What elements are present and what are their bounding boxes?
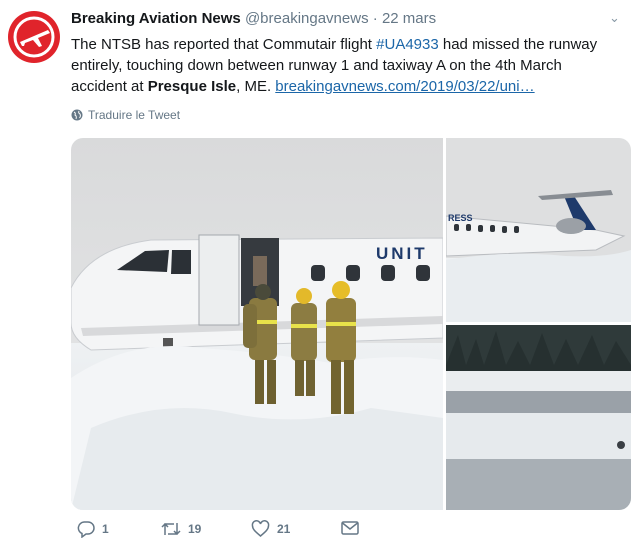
text-segment: accident at <box>71 78 148 95</box>
tweet-text: The NTSB has reported that Commutair fli… <box>71 34 631 97</box>
firefighters-group <box>243 281 356 414</box>
reply-button[interactable]: 1 <box>77 520 109 538</box>
media-grid: RESS UNIT <box>71 138 631 510</box>
profile-avatar[interactable] <box>8 11 60 63</box>
place-name: Presque Isle <box>147 78 237 95</box>
like-count: 21 <box>277 522 291 536</box>
tweet-text-line-3: accident at Presque Isle, ME. breakingav… <box>71 76 631 97</box>
text-segment: The NTSB has reported that Commutair fli… <box>71 36 377 53</box>
photo-image <box>446 325 631 510</box>
tweet-header: Breaking Aviation News @breakingavnews ·… <box>71 10 436 27</box>
text-segment: had missed the runway <box>438 36 598 53</box>
photo-image: RESS <box>446 138 631 322</box>
tweet-text-line-2: entirely, touching down between runway 1… <box>71 57 562 74</box>
reply-icon <box>77 521 95 538</box>
translate-label: Traduire le Tweet <box>88 108 181 122</box>
text-segment: , ME. <box>236 78 276 95</box>
livery-text-tail: RESS <box>448 213 473 223</box>
tweet: Breaking Aviation News @breakingavnews ·… <box>0 0 640 549</box>
chevron-down-icon[interactable]: ⌄ <box>609 10 620 26</box>
tweet-date[interactable]: 22 mars <box>382 10 436 27</box>
livery-text-main: UNIT <box>376 244 428 263</box>
article-link[interactable]: breakingavnews.com/2019/03/22/uni… <box>275 78 534 95</box>
author-name[interactable]: Breaking Aviation News <box>71 10 241 27</box>
like-button[interactable]: 21 <box>251 520 290 538</box>
photo-firefighters-plane[interactable] <box>71 138 443 510</box>
tweet-actions: 1 19 21 <box>71 520 631 542</box>
globe-icon <box>71 109 83 121</box>
direct-message-button[interactable] <box>341 520 359 536</box>
retweet-icon <box>161 522 181 536</box>
reply-count: 1 <box>102 522 109 536</box>
header-separator: · <box>372 10 378 27</box>
author-handle[interactable]: @breakingavnews <box>245 10 369 27</box>
retweet-button[interactable]: 19 <box>161 520 201 538</box>
airplane-logo-icon <box>13 16 55 58</box>
envelope-icon <box>341 521 359 535</box>
photo-image <box>71 138 443 510</box>
photo-runway-snow[interactable] <box>446 325 631 510</box>
tweet-text-line-1: The NTSB has reported that Commutair fli… <box>71 34 631 55</box>
photo-aircraft-rear[interactable]: RESS <box>446 138 631 322</box>
heart-icon <box>251 520 270 537</box>
retweet-count: 19 <box>188 522 202 536</box>
translate-tweet-button[interactable]: Traduire le Tweet <box>71 108 180 122</box>
hashtag-link[interactable]: #UA4933 <box>376 36 439 53</box>
